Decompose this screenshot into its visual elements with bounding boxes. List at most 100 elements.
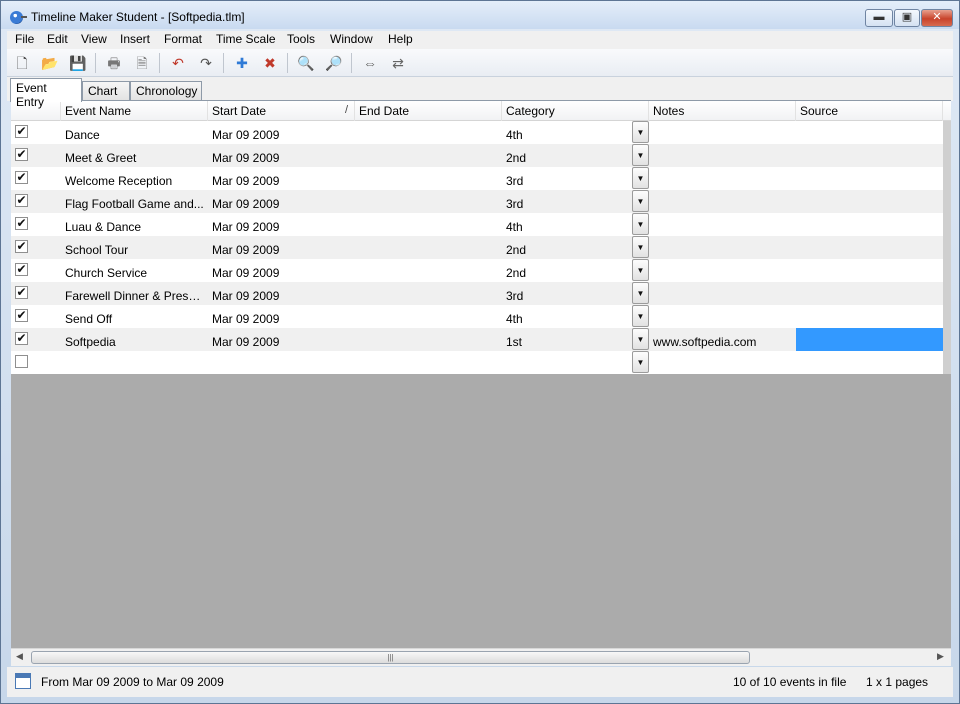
horizontal-scrollbar[interactable]: ◀ ||| ▶ bbox=[11, 648, 951, 666]
table-row-new[interactable]: ▼ bbox=[11, 351, 943, 374]
tab-chronology[interactable]: Chronology bbox=[130, 81, 202, 101]
cell-end-date[interactable] bbox=[355, 144, 502, 167]
cell-source[interactable] bbox=[796, 121, 943, 144]
cell-source[interactable] bbox=[796, 144, 943, 167]
cell-start-date[interactable]: Mar 09 2009 bbox=[208, 167, 355, 190]
cell-notes[interactable] bbox=[649, 305, 796, 328]
print-preview-icon[interactable]: 🗎 bbox=[133, 54, 151, 72]
table-row[interactable]: ✔ Welcome Reception Mar 09 2009 3rd ▼ bbox=[11, 167, 943, 190]
cell-end-date[interactable] bbox=[355, 282, 502, 305]
category-dropdown-button[interactable]: ▼ bbox=[632, 121, 649, 143]
cell-start-date[interactable]: Mar 09 2009 bbox=[208, 259, 355, 282]
category-dropdown-button[interactable]: ▼ bbox=[632, 213, 649, 235]
table-row[interactable]: ✔ Flag Football Game and... Mar 09 2009 … bbox=[11, 190, 943, 213]
scroll-left-icon[interactable]: ◀ bbox=[16, 651, 23, 662]
cell-source[interactable] bbox=[796, 282, 943, 305]
category-dropdown-button[interactable]: ▼ bbox=[632, 259, 649, 281]
cell-end-date[interactable] bbox=[355, 351, 502, 374]
scroll-thumb[interactable]: ||| bbox=[31, 651, 750, 664]
cell-start-date[interactable]: Mar 09 2009 bbox=[208, 190, 355, 213]
row-checkbox[interactable] bbox=[15, 355, 28, 368]
cell-notes[interactable] bbox=[649, 190, 796, 213]
cell-notes[interactable] bbox=[649, 236, 796, 259]
cell-event-name[interactable]: School Tour bbox=[61, 236, 208, 259]
header-source[interactable]: Source bbox=[796, 101, 943, 121]
cell-notes[interactable]: www.softpedia.com bbox=[649, 328, 796, 351]
row-checkbox[interactable]: ✔ bbox=[15, 332, 28, 345]
title-bar[interactable]: Timeline Maker Student - [Softpedia.tlm]… bbox=[1, 1, 959, 29]
row-checkbox[interactable]: ✔ bbox=[15, 171, 28, 184]
cell-source[interactable] bbox=[796, 236, 943, 259]
expand-icon[interactable]: ⇔ bbox=[361, 54, 379, 72]
cell-notes[interactable] bbox=[649, 213, 796, 236]
cell-end-date[interactable] bbox=[355, 121, 502, 144]
cell-notes[interactable] bbox=[649, 282, 796, 305]
print-icon[interactable]: 🖶 bbox=[105, 54, 123, 72]
category-dropdown-button[interactable]: ▼ bbox=[632, 144, 649, 166]
cell-source[interactable] bbox=[796, 167, 943, 190]
cell-start-date[interactable]: Mar 09 2009 bbox=[208, 213, 355, 236]
cell-source-selected[interactable] bbox=[796, 328, 943, 351]
cell-end-date[interactable] bbox=[355, 213, 502, 236]
row-checkbox[interactable]: ✔ bbox=[15, 125, 28, 138]
new-file-icon[interactable]: 🗋 bbox=[13, 54, 31, 72]
table-row[interactable]: ✔ Meet & Greet Mar 09 2009 2nd ▼ bbox=[11, 144, 943, 167]
save-icon[interactable]: 💾 bbox=[69, 54, 87, 72]
scroll-right-icon[interactable]: ▶ bbox=[937, 651, 944, 662]
cell-event-name[interactable] bbox=[61, 351, 208, 374]
cell-notes[interactable] bbox=[649, 259, 796, 282]
collapse-icon[interactable]: ⇄ bbox=[389, 54, 407, 72]
header-end-date[interactable]: End Date bbox=[355, 101, 502, 121]
row-checkbox[interactable]: ✔ bbox=[15, 148, 28, 161]
cell-start-date[interactable]: Mar 09 2009 bbox=[208, 121, 355, 144]
zoom-in-icon[interactable]: 🔍 bbox=[297, 54, 315, 72]
cell-start-date[interactable]: Mar 09 2009 bbox=[208, 144, 355, 167]
cell-source[interactable] bbox=[796, 213, 943, 236]
row-checkbox[interactable]: ✔ bbox=[15, 309, 28, 322]
cell-end-date[interactable] bbox=[355, 259, 502, 282]
table-row[interactable]: ✔ Send Off Mar 09 2009 4th ▼ bbox=[11, 305, 943, 328]
table-row[interactable]: ✔ Luau & Dance Mar 09 2009 4th ▼ bbox=[11, 213, 943, 236]
menu-help[interactable]: Help bbox=[388, 32, 413, 46]
cell-category[interactable]: 4th bbox=[502, 121, 632, 144]
cell-event-name[interactable]: Farewell Dinner & Prese... bbox=[61, 282, 208, 305]
cell-source[interactable] bbox=[796, 305, 943, 328]
table-row[interactable]: ✔ Farewell Dinner & Prese... Mar 09 2009… bbox=[11, 282, 943, 305]
header-event-name[interactable]: Event Name bbox=[61, 101, 208, 121]
category-dropdown-button[interactable]: ▼ bbox=[632, 282, 649, 304]
delete-event-icon[interactable]: ✖ bbox=[261, 54, 279, 72]
cell-notes[interactable] bbox=[649, 351, 796, 374]
cell-end-date[interactable] bbox=[355, 167, 502, 190]
table-row[interactable]: ✔ Softpedia Mar 09 2009 1st ▼ www.softpe… bbox=[11, 328, 943, 351]
cell-event-name[interactable]: Dance bbox=[61, 121, 208, 144]
cell-category[interactable]: 4th bbox=[502, 213, 632, 236]
cell-event-name[interactable]: Welcome Reception bbox=[61, 167, 208, 190]
category-dropdown-button[interactable]: ▼ bbox=[632, 351, 649, 373]
menu-format[interactable]: Format bbox=[164, 32, 202, 46]
tab-chart[interactable]: Chart bbox=[82, 81, 130, 101]
cell-end-date[interactable] bbox=[355, 236, 502, 259]
cell-start-date[interactable]: Mar 09 2009 bbox=[208, 282, 355, 305]
row-checkbox[interactable]: ✔ bbox=[15, 240, 28, 253]
vertical-scrollbar[interactable] bbox=[943, 121, 951, 374]
header-start-date[interactable]: Start Date / bbox=[208, 101, 355, 121]
cell-end-date[interactable] bbox=[355, 328, 502, 351]
table-row[interactable]: ✔ Dance Mar 09 2009 4th ▼ bbox=[11, 121, 943, 144]
cell-event-name[interactable]: Meet & Greet bbox=[61, 144, 208, 167]
cell-start-date[interactable] bbox=[208, 351, 355, 374]
maximize-button[interactable]: ▣ bbox=[894, 9, 920, 27]
cell-end-date[interactable] bbox=[355, 305, 502, 328]
cell-category[interactable]: 2nd bbox=[502, 236, 632, 259]
row-checkbox[interactable]: ✔ bbox=[15, 217, 28, 230]
cell-end-date[interactable] bbox=[355, 190, 502, 213]
cell-source[interactable] bbox=[796, 351, 943, 374]
close-button[interactable]: ✕ bbox=[921, 9, 953, 27]
cell-category[interactable]: 3rd bbox=[502, 167, 632, 190]
menu-view[interactable]: View bbox=[81, 32, 107, 46]
header-category[interactable]: Category bbox=[502, 101, 649, 121]
cell-event-name[interactable]: Luau & Dance bbox=[61, 213, 208, 236]
row-checkbox[interactable]: ✔ bbox=[15, 286, 28, 299]
category-dropdown-button[interactable]: ▼ bbox=[632, 167, 649, 189]
menu-file[interactable]: File bbox=[15, 32, 34, 46]
open-folder-icon[interactable]: 📂 bbox=[41, 54, 59, 72]
